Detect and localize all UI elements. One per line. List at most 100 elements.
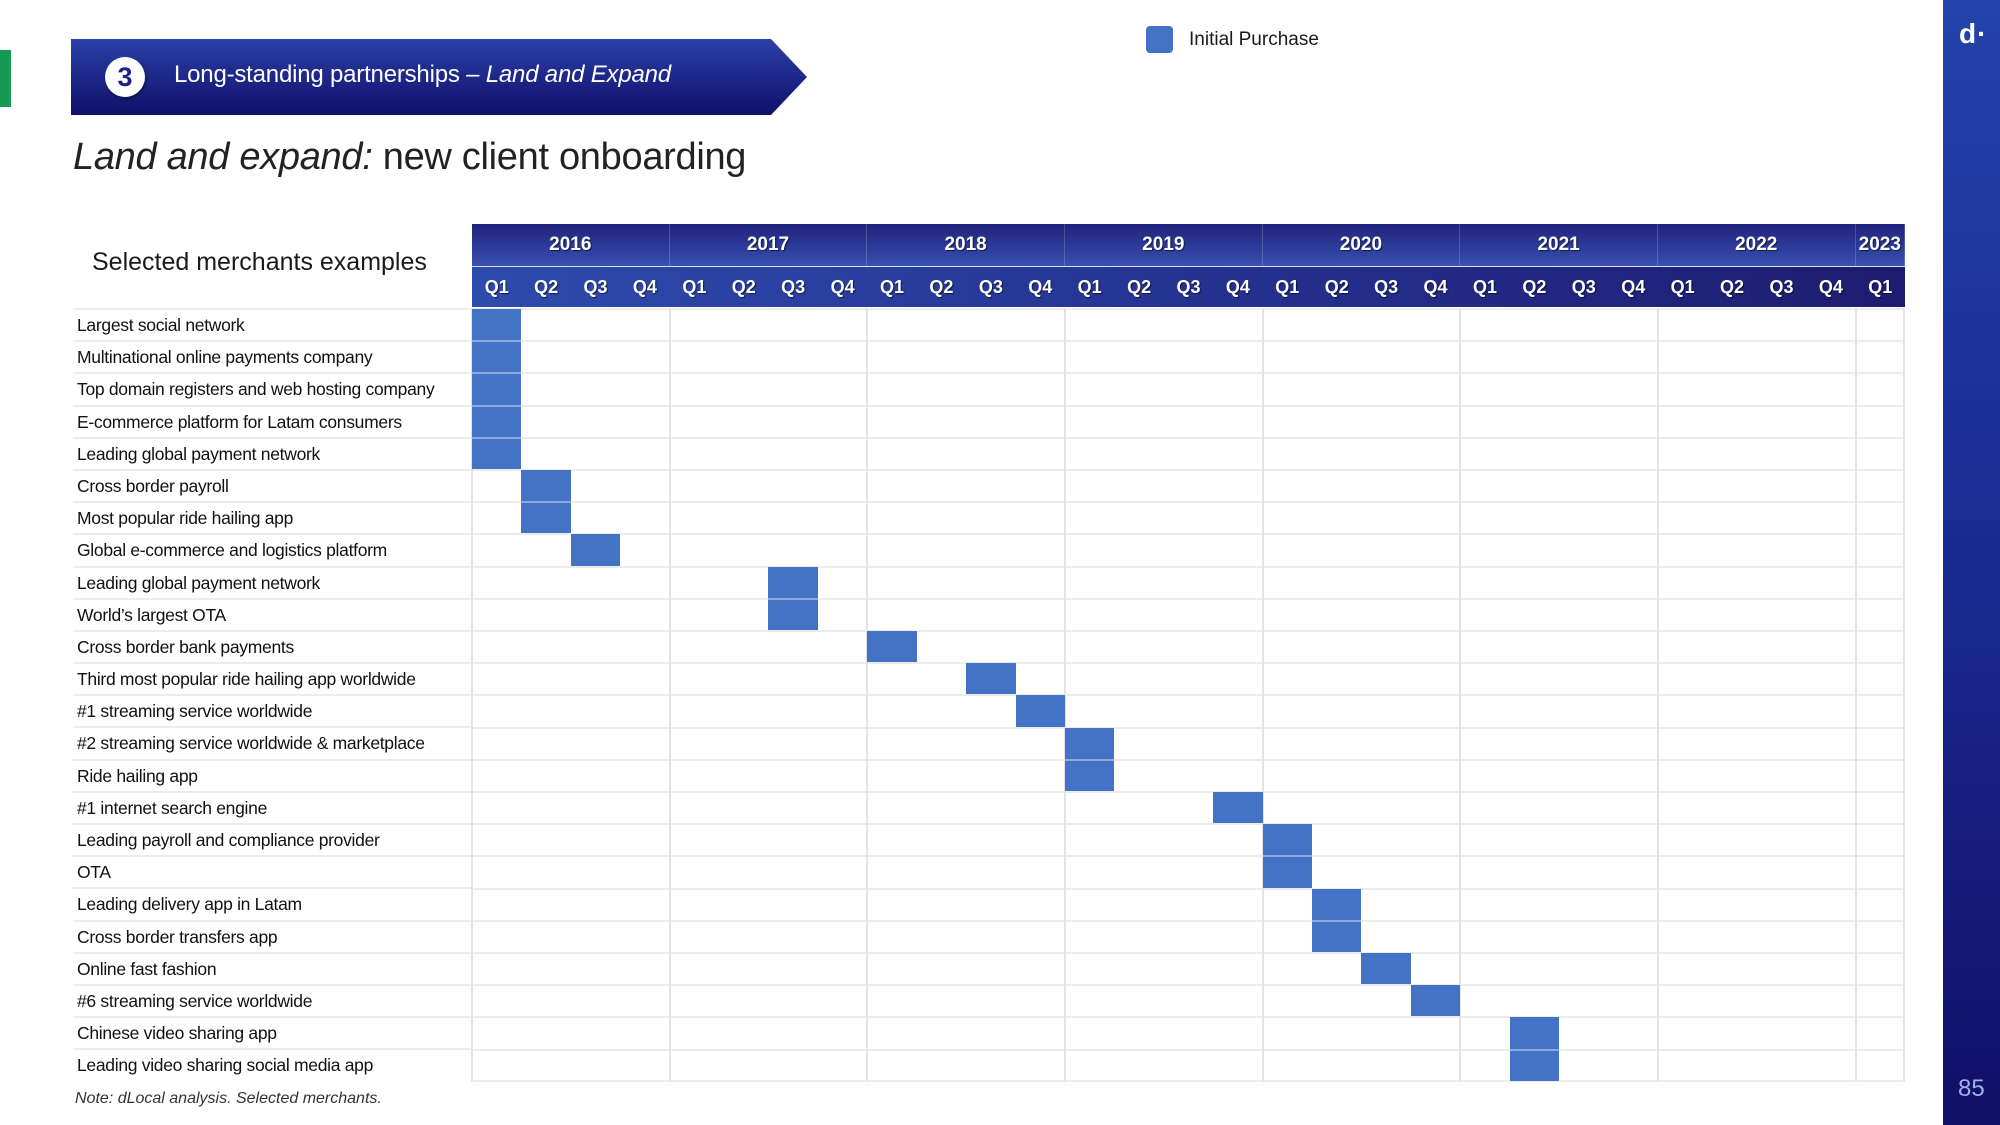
page-number: 85: [1958, 1075, 1985, 1102]
quarter-label: Q2: [1127, 277, 1152, 297]
row-gridline: [472, 404, 1905, 407]
page-title-emphasis: Land and expand:: [73, 136, 373, 178]
initial-purchase-bar: [472, 340, 522, 373]
quarter-label: Q1: [1077, 277, 1102, 297]
row-gridline: [472, 308, 1905, 310]
merchant-label: Leading video sharing social media app: [73, 1048, 473, 1080]
brand-side-bar: d· 85: [1943, 0, 2000, 1125]
year-gridline: [1656, 308, 1659, 1082]
initial-purchase-bar: [1064, 758, 1115, 791]
row-gridline: [472, 855, 1905, 858]
merchant-label: Chinese video sharing app: [73, 1016, 473, 1048]
initial-purchase-bar: [1262, 824, 1313, 856]
row-heading: Selected merchants examples: [92, 248, 427, 276]
row-gridline: [472, 919, 1905, 922]
row-gridline: [472, 597, 1905, 600]
chart-legend: Initial Purchase: [1146, 26, 1319, 53]
section-number-badge: 3: [105, 57, 145, 97]
quarter-label: Q1: [1868, 277, 1893, 297]
row-gridline: [472, 887, 1905, 890]
quarter-label: Q3: [1571, 277, 1596, 297]
quarter-label: Q2: [534, 277, 559, 297]
initial-purchase-bar: [867, 631, 917, 663]
merchant-label: #2 streaming service worldwide & marketp…: [73, 726, 473, 758]
initial-purchase-bar: [1410, 985, 1461, 1017]
quarter-label: Q2: [1720, 277, 1745, 297]
row-gridline: [472, 662, 1905, 665]
initial-purchase-bar: [1213, 792, 1263, 824]
row-gridline: [472, 694, 1905, 697]
initial-purchase-bar: [1064, 727, 1115, 759]
quarter-header-row: Q1 Q2 Q3 Q4 Q1 Q2 Q3 Q4 Q1 Q2 Q3 Q4 Q1 Q2 Q3 Q4 Q1 Q2 Q3 Q4…: [472, 267, 1905, 307]
row-gridline: [472, 372, 1905, 375]
quarter-label: Q3: [781, 277, 806, 297]
quarter-label: Q4: [1028, 277, 1053, 297]
quarter-label: Q1: [682, 277, 707, 297]
year-label: 2019: [1065, 224, 1263, 266]
merchant-label: Top domain registers and web hosting com…: [73, 372, 473, 404]
initial-purchase-bar: [1015, 695, 1065, 727]
row-gridline: [472, 565, 1905, 568]
quarter-label: Q4: [1423, 277, 1448, 297]
quarter-label: Q4: [1225, 277, 1250, 297]
quarter-label: Q3: [1176, 277, 1201, 297]
merchant-label: E-commerce platform for Latam consumers: [73, 404, 473, 437]
merchant-label: Most popular ride hailing app: [73, 501, 473, 533]
merchant-label: Multinational online payments company: [73, 340, 473, 372]
legend-swatch-icon: [1146, 26, 1173, 53]
merchant-label: OTA: [73, 855, 473, 887]
section-banner: 3 Long-standing partnerships – Land and …: [71, 39, 807, 115]
year-label: 2017: [670, 224, 868, 266]
year-label: 2016: [472, 224, 670, 266]
quarter-label: Q1: [484, 277, 509, 297]
initial-purchase-bar: [1312, 888, 1362, 920]
merchant-label: Global e-commerce and logistics platform: [73, 533, 473, 565]
dlocal-logo: d·: [1959, 18, 1988, 49]
merchant-label: Cross border bank payments: [73, 629, 473, 662]
quarter-label: Q2: [731, 277, 756, 297]
year-gridline: [1459, 308, 1462, 1082]
section-title-emphasis: Land and Expand: [485, 61, 671, 88]
initial-purchase-bar: [472, 309, 522, 341]
year-label: 2023: [1856, 224, 1905, 266]
quarter-label: Q2: [1522, 277, 1547, 297]
initial-purchase-bar: [1509, 1048, 1560, 1081]
initial-purchase-bar: [1262, 855, 1313, 888]
merchant-label: #1 internet search engine: [73, 790, 473, 823]
merchant-label: Third most popular ride hailing app worl…: [73, 662, 473, 694]
year-gridline: [1854, 308, 1857, 1082]
quarter-label: Q4: [632, 277, 657, 297]
row-gridline: [472, 823, 1905, 826]
year-gridline: [866, 308, 869, 1082]
quarter-label: Q1: [1472, 277, 1497, 297]
quarter-label: Q4: [1818, 277, 1843, 297]
row-gridline: [472, 469, 1905, 471]
row-gridline: [472, 501, 1905, 504]
section-accent-bar: [0, 50, 11, 107]
quarter-label: Q4: [830, 277, 855, 297]
year-header-row: 2016 2017 2018 2019 2020 2021 2022 2023: [472, 224, 1905, 266]
year-label: 2022: [1658, 224, 1856, 266]
merchant-label: #1 streaming service worldwide: [73, 694, 473, 726]
merchant-label: Largest social network: [73, 308, 473, 340]
timeline-body: [471, 308, 1905, 1082]
timeline-grid: 2016 2017 2018 2019 2020 2021 2022 2023 Q1 Q2 Q3 Q…: [471, 224, 1905, 1084]
row-gridline: [472, 791, 1905, 793]
row-gridline: [472, 436, 1905, 439]
row-gridline: [472, 726, 1905, 729]
year-label: 2021: [1460, 224, 1658, 266]
initial-purchase-bar: [1509, 1017, 1560, 1049]
merchant-label: Leading global payment network: [73, 436, 473, 469]
quarter-label: Q2: [929, 277, 954, 297]
page-title: Land and expand: new client onboarding: [73, 136, 746, 179]
initial-purchase-bar: [472, 436, 522, 469]
merchant-label: Leading payroll and compliance provider: [73, 823, 473, 855]
footnote: Note: dLocal analysis. Selected merchant…: [75, 1090, 382, 1107]
initial-purchase-bar: [472, 404, 522, 437]
row-gridline: [472, 984, 1905, 987]
quarter-label: Q3: [978, 277, 1003, 297]
year-gridline: [1261, 308, 1264, 1082]
quarter-label: Q3: [583, 277, 608, 297]
legend-label: Initial Purchase: [1189, 28, 1319, 50]
quarter-label: Q3: [1374, 277, 1399, 297]
